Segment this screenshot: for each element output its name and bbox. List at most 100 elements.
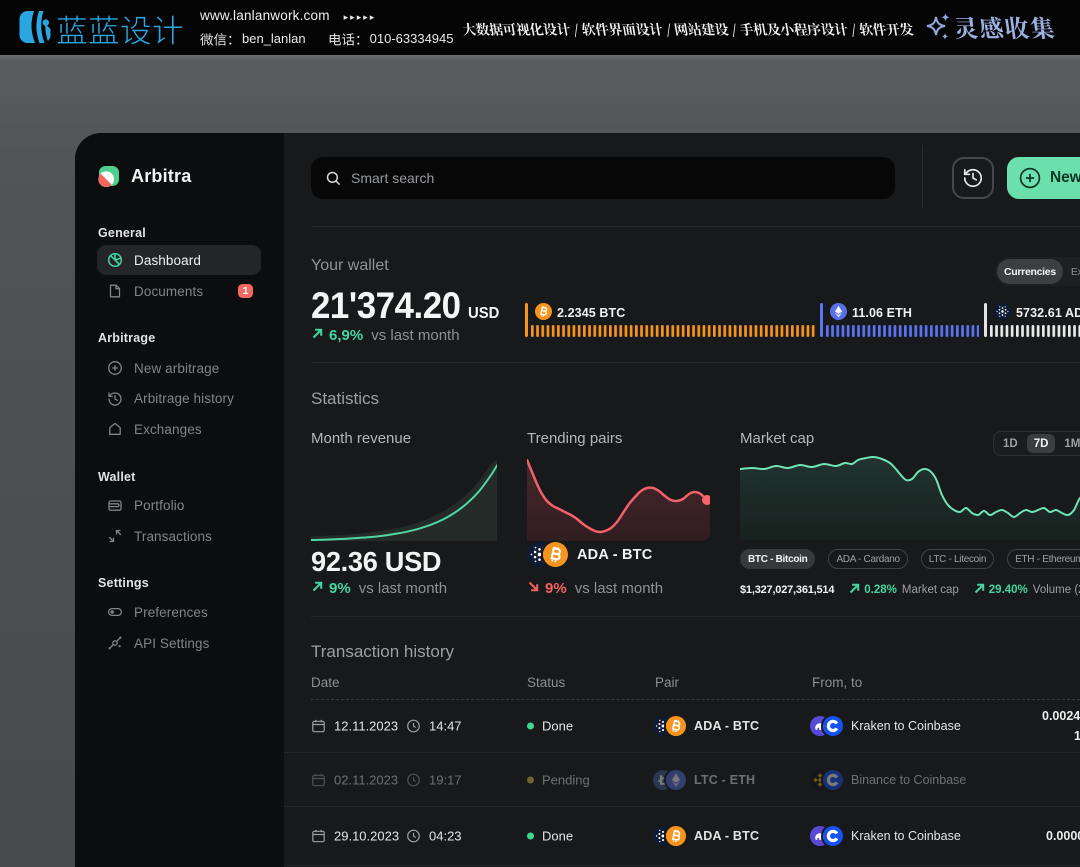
header-status: Status <box>527 675 565 690</box>
services-slogan <box>463 20 918 40</box>
top-banner: www.lanlanwork.com ▸▸▸▸▸ ben_lanlan 010-6… <box>0 0 1080 55</box>
search-input[interactable]: Smart search <box>311 157 895 199</box>
banner-contact-row: ben_lanlan 010-63334945 <box>200 28 453 48</box>
sidebar-section-label: Settings <box>98 576 284 591</box>
sidebar-item-arbitrage-history[interactable]: Arbitrage history <box>97 384 261 414</box>
sidebar-item-label: Dashboard <box>134 253 201 268</box>
table-row[interactable]: 12.11.2023 14:47 Done ADA - BTC Kraken t… <box>284 700 1080 753</box>
sidebar: Arbitra General Dashboard Documents1 Arb… <box>75 133 284 867</box>
plus-circle-icon <box>107 360 123 376</box>
cap-metric: 0.28% Market cap <box>848 582 959 598</box>
range-1m[interactable]: 1M <box>1057 434 1080 453</box>
volume-metric: 29.40%Volume (24h) <box>973 582 1080 598</box>
sidebar-nav: General Dashboard Documents1 Arbitrage N… <box>75 221 284 658</box>
date-cell: 12.11.2023 <box>311 719 398 734</box>
transactions-title: Transaction history <box>311 642 454 662</box>
pair-label: ADA - BTC <box>694 829 759 843</box>
documents-badge: 1 <box>238 284 253 298</box>
sidebar-item-dashboard[interactable]: Dashboard <box>97 245 261 275</box>
collect-label[interactable] <box>955 14 1067 44</box>
table-row[interactable]: 29.10.2023 04:23 Done ADA - BTC Kraken t… <box>284 807 1080 866</box>
status-dot <box>527 776 534 783</box>
new-arbitrage-label: New arbitrage <box>1050 169 1080 187</box>
banner-contact-block: www.lanlanwork.com ▸▸▸▸▸ <box>200 7 376 25</box>
volume-delta: 29.40% <box>989 584 1028 596</box>
status-cell: Done <box>527 719 573 734</box>
pill-btc-bitcoin[interactable]: BTC - Bitcoin <box>740 549 815 569</box>
delta-value: 6,9% <box>329 327 363 344</box>
section-divider <box>311 226 1080 227</box>
status-dot <box>527 832 534 839</box>
wallet-title: Your wallet <box>311 257 389 275</box>
pair-cell: ADA - BTC <box>653 826 759 846</box>
sidebar-item-preferences[interactable]: Preferences <box>97 597 261 627</box>
header-pair: Pair <box>655 675 679 690</box>
range-1d[interactable]: 1D <box>996 434 1025 453</box>
delta-value: 9% <box>329 580 351 597</box>
new-arbitrage-button[interactable]: New arbitrage <box>1007 157 1080 199</box>
sidebar-item-api-settings[interactable]: API Settings <box>97 628 261 658</box>
pair-cell: ADA - BTC <box>653 716 759 736</box>
sidebar-item-documents[interactable]: Documents 1 <box>97 276 261 306</box>
tx-time: 19:17 <box>429 772 462 787</box>
search-placeholder: Smart search <box>351 170 434 186</box>
sidebar-item-label: Transactions <box>134 529 212 544</box>
pair-label: ADA - BTC <box>577 547 652 563</box>
trending-delta: 9% vs last month <box>527 580 663 597</box>
topbar-divider <box>922 145 923 208</box>
sidebar-item-transactions[interactable]: Transactions <box>97 521 261 551</box>
section-divider <box>311 362 1080 363</box>
amount-secondary: 14 <box>1074 729 1080 743</box>
pill-ada-cardano[interactable]: ADA - Cardano <box>828 549 907 569</box>
calendar-icon <box>311 828 326 843</box>
eth-amount: 11.06 ETH <box>852 306 912 320</box>
table-row[interactable]: 02.11.2023 19:17 Pending LTC - ETH Binan… <box>284 753 1080 806</box>
section-divider <box>311 616 1080 617</box>
status-text: Done <box>542 828 573 843</box>
sidebar-item-exchanges[interactable]: Exchanges <box>97 414 261 444</box>
sidebar-item-label: Documents <box>134 284 203 299</box>
fromto-label: Kraken to Coinbase <box>851 719 961 733</box>
btc-coin-icon <box>666 716 686 736</box>
segment-bars <box>990 325 1080 337</box>
history-button[interactable] <box>952 157 994 199</box>
pair-label: LTC - ETH <box>694 773 755 787</box>
month-revenue-card: Month revenue 92.36 USD 9% vs last month <box>311 430 497 447</box>
header-date: Date <box>311 675 340 690</box>
calendar-icon <box>311 719 326 734</box>
document-icon <box>107 283 123 299</box>
cap-delta: 0.28% <box>864 584 897 596</box>
range-7d[interactable]: 7D <box>1027 434 1056 453</box>
tab-currencies[interactable]: Currencies <box>997 259 1063 284</box>
sidebar-section-label: Wallet <box>98 470 284 485</box>
market-cap-value: $1,327,027,361,514 <box>740 584 834 596</box>
status-cell: Pending <box>527 772 590 787</box>
sidebar-item-label: New arbitrage <box>134 361 219 376</box>
pair-cell: LTC - ETH <box>653 770 755 790</box>
coinbase-coin-icon <box>823 716 843 736</box>
tab-exchanges[interactable]: Exchanges <box>1064 259 1080 284</box>
sidebar-item-new-arbitrage[interactable]: New arbitrage <box>97 353 261 383</box>
transactions-table: 12.11.2023 14:47 Done ADA - BTC Kraken t… <box>284 700 1080 866</box>
pair-coins <box>653 826 686 846</box>
btc-coin-icon <box>535 303 552 325</box>
pill-ltc-litecoin[interactable]: LTC - Litecoin <box>921 549 994 569</box>
search-icon <box>326 171 341 186</box>
pair-label: ADA - BTC <box>694 719 759 733</box>
pair-coins <box>653 716 686 736</box>
app-logo[interactable]: Arbitra <box>98 166 191 187</box>
main-content: Smart search New arbitrage Your wallet C… <box>284 133 1080 867</box>
segment-tick <box>984 303 987 337</box>
ada-amount: 5732.61 ADA <box>1016 306 1080 320</box>
segment-bars <box>531 325 815 337</box>
trend-up-icon <box>973 582 986 598</box>
clock-icon <box>406 719 421 734</box>
cap-label: Market cap <box>902 584 959 596</box>
dashboard-icon <box>107 252 123 268</box>
btc-amount: 2.2345 BTC <box>557 306 625 320</box>
pill-eth-ethereum[interactable]: ETH - Ethereum <box>1007 549 1080 569</box>
arrows-decoration: ▸▸▸▸▸ <box>344 13 377 23</box>
sidebar-item-portfolio[interactable]: Portfolio <box>97 490 261 520</box>
eth-coin-icon <box>666 770 686 790</box>
website-url[interactable]: www.lanlanwork.com <box>200 8 330 23</box>
